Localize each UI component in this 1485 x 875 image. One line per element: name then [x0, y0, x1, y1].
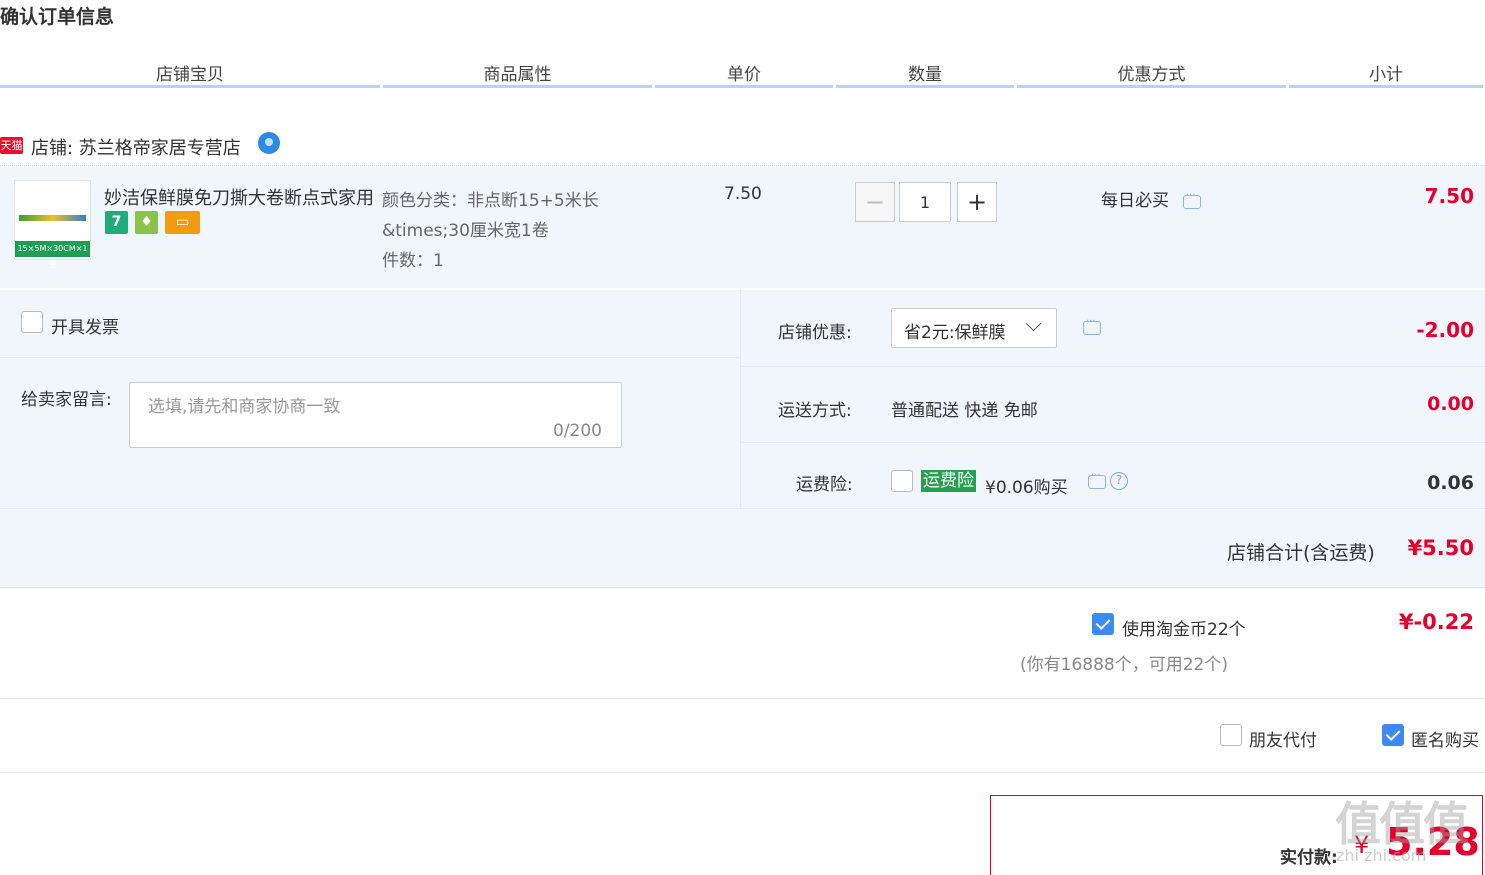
vertical-divider — [740, 290, 741, 508]
service-7day-icon[interactable]: 7 — [105, 211, 128, 234]
message-label: 给卖家留言: — [21, 390, 112, 410]
column-header-subtotal: 小计 — [1369, 65, 1403, 85]
product-name-link[interactable]: 妙洁保鲜膜免刀撕大卷断点式家用经济装 — [104, 184, 374, 210]
page-title: 确认订单信息 — [0, 6, 115, 28]
service-guarantee-icon[interactable]: ♦ — [135, 211, 158, 234]
product-thumbnail[interactable]: 15×5M×30CM×1卷 — [14, 180, 91, 269]
column-header-attributes: 商品属性 — [483, 65, 552, 85]
column-header-quantity: 数量 — [908, 65, 942, 85]
unit-price: 7.50 — [724, 184, 762, 204]
shop-discount-amount: -2.00 — [1416, 318, 1474, 342]
column-header-store-item: 店铺宝贝 — [156, 65, 224, 85]
promotion-info-icon[interactable] — [1183, 190, 1201, 209]
insurance-price: ¥0.06购买 — [985, 478, 1068, 498]
watermark-text: zhi zhi.com — [1336, 846, 1427, 865]
seller-message-placeholder: 选填,请先和商家协商一致 — [148, 397, 341, 417]
tmall-badge: 天猫 — [0, 137, 23, 154]
shop-discount-label: 店铺优惠: — [778, 323, 852, 343]
insurance-checkbox[interactable] — [891, 470, 913, 492]
column-underline — [836, 85, 1014, 88]
item-subtotal: 7.50 — [1424, 184, 1474, 208]
taojinbi-discount: ¥-0.22 — [1398, 610, 1474, 634]
service-card-icon[interactable]: ▭ — [165, 211, 200, 234]
quantity-increase-button[interactable]: + — [957, 182, 997, 222]
friend-pay-checkbox[interactable] — [1220, 724, 1242, 746]
wangwang-chat-icon[interactable] — [258, 132, 280, 154]
insurance-label: 运费险: — [796, 475, 853, 495]
insurance-tag: 运费险 — [921, 470, 976, 492]
product-sku: 颜色分类：非点断15+5米长&times;30厘米宽1卷 件数：1 — [382, 186, 647, 276]
message-char-count: 0/200 — [553, 421, 602, 441]
watermark-logo: 值值值 — [1335, 797, 1469, 851]
divider — [0, 357, 740, 358]
taojinbi-checkbox[interactable] — [1092, 613, 1114, 635]
divider — [0, 508, 1485, 509]
shop-total-label: 店铺合计(含运费) — [1227, 542, 1375, 564]
quantity-input[interactable]: 1 — [899, 182, 951, 222]
column-underline — [1289, 85, 1483, 88]
anonymous-purchase-checkbox[interactable] — [1382, 724, 1404, 746]
invoice-label[interactable]: 开具发票 — [51, 313, 119, 338]
shipping-label: 运送方式: — [778, 401, 852, 421]
insurance-amount: 0.06 — [1427, 472, 1474, 494]
quantity-decrease-button[interactable]: − — [855, 182, 895, 222]
shop-total-value: ¥5.50 — [1407, 536, 1474, 560]
divider — [0, 772, 1485, 773]
store-name-link[interactable]: 店铺: 苏兰格帝家居专营店 — [31, 134, 241, 160]
divider — [0, 698, 1485, 699]
help-icon[interactable]: ? — [1110, 472, 1128, 490]
column-header-unit-price: 单价 — [727, 65, 761, 85]
shipping-amount: 0.00 — [1427, 393, 1474, 415]
column-underline — [1017, 85, 1286, 88]
friend-pay-label[interactable]: 朋友代付 — [1249, 726, 1317, 751]
anonymous-purchase-label[interactable]: 匿名购买 — [1411, 726, 1479, 751]
sku-color: 颜色分类：非点断15+5米长&times;30厘米宽1卷 — [382, 191, 599, 241]
column-underline — [383, 85, 652, 88]
column-header-discount: 优惠方式 — [1117, 65, 1186, 85]
discount-info-icon[interactable] — [1083, 316, 1101, 335]
shipping-method: 普通配送 快递 免邮 — [891, 401, 1038, 421]
divider — [741, 442, 1485, 443]
promotion-label: 每日必买 — [1101, 191, 1169, 211]
insurance-info-icon[interactable] — [1088, 470, 1106, 489]
shop-discount-selected[interactable]: 省2元:保鲜膜 — [904, 318, 1006, 343]
payment-label: 实付款: — [1280, 848, 1338, 868]
taojinbi-label[interactable]: 使用淘金币22个 — [1122, 615, 1246, 640]
column-underline — [655, 85, 833, 88]
divider — [741, 366, 1485, 367]
taojinbi-balance: (你有16888个，可用22个) — [1020, 655, 1228, 675]
product-image-band — [19, 215, 86, 221]
sku-count: 件数：1 — [382, 251, 444, 271]
product-image-caption: 15×5M×30CM×1卷 — [15, 241, 90, 269]
column-underline — [0, 85, 380, 88]
invoice-checkbox[interactable] — [21, 311, 43, 333]
